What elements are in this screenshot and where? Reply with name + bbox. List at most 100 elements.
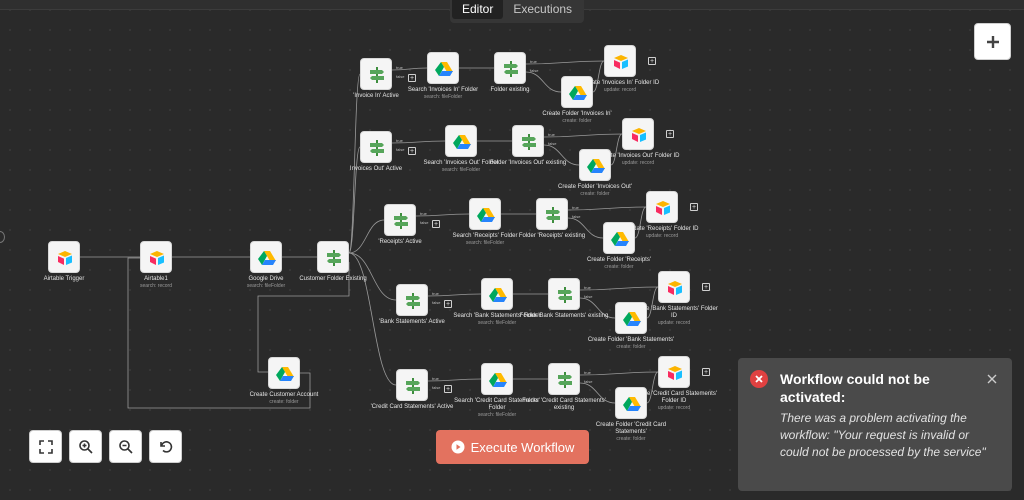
workflow-node-createbank[interactable] xyxy=(615,302,647,334)
add-connection-button[interactable]: + xyxy=(702,283,710,291)
node-title: Folder 'Invoices Out' existing xyxy=(489,160,567,166)
play-icon xyxy=(451,440,465,454)
error-toast: Workflow could not be activated: There w… xyxy=(738,358,1012,491)
zoom-to-fit-button[interactable] xyxy=(29,430,62,463)
workflow-node-searchcc[interactable] xyxy=(481,363,513,395)
add-connection-button[interactable]: + xyxy=(444,385,452,393)
node-title: Airtable1 xyxy=(144,276,168,282)
workflow-node-folderexist[interactable] xyxy=(494,52,526,84)
workflow-node-createrec[interactable] xyxy=(603,222,635,254)
workflow-node-searchinvin[interactable] xyxy=(427,52,459,84)
workflow-node-createcc[interactable] xyxy=(615,387,647,419)
node-title: Update 'Receipts' Folder ID xyxy=(625,226,699,232)
reset-zoom-button[interactable] xyxy=(149,430,182,463)
workflow-node-invin[interactable] xyxy=(360,58,392,90)
workflow-node-trigger[interactable] xyxy=(48,241,80,273)
node-title: Folder 'Bank Statements' existing xyxy=(519,313,609,319)
workflow-node-updrec[interactable] xyxy=(646,191,678,223)
node-title: Invoices Out' Active xyxy=(349,166,403,172)
node-subtitle: create: folder xyxy=(616,344,646,350)
workflow-node-cc[interactable] xyxy=(396,369,428,401)
node-subtitle: create: folder xyxy=(269,399,299,405)
node-label: Folder existing xyxy=(465,87,555,94)
node-title: Customer Folder Existing xyxy=(299,276,367,282)
node-title: Create Folder 'Invoices In' xyxy=(542,111,612,117)
add-connection-button[interactable]: + xyxy=(408,74,416,82)
add-connection-button[interactable]: + xyxy=(690,203,698,211)
workflow-node-receipts[interactable] xyxy=(384,204,416,236)
node-label: Folder 'Bank Statements' existing xyxy=(519,313,609,320)
zoom-in-button[interactable] xyxy=(69,430,102,463)
node-label: Airtable1 search: record xyxy=(111,276,201,290)
workflow-node-custfolder[interactable] xyxy=(317,241,349,273)
node-title: 'Credit Card Statements' Active xyxy=(370,404,454,410)
zoom-out-icon xyxy=(118,439,133,454)
workflow-node-folderbank[interactable] xyxy=(548,278,580,310)
node-label: 'Bank Statements' Active xyxy=(367,319,457,326)
workflow-node-folderinvout[interactable] xyxy=(512,125,544,157)
workflow-node-updinvout[interactable] xyxy=(622,118,654,150)
workflow-node-bank[interactable] xyxy=(396,284,428,316)
node-title: Create Folder 'Credit Card Statements' xyxy=(595,422,667,435)
node-label: 'Credit Card Statements' Active xyxy=(367,404,457,411)
workflow-node-searchbank[interactable] xyxy=(481,278,513,310)
node-title: Folder 'Credit Card Statements' existing xyxy=(522,398,606,411)
workflow-node-folderrec[interactable] xyxy=(536,198,568,230)
node-subtitle: create: folder xyxy=(580,191,610,197)
node-subtitle: search: record xyxy=(140,283,172,289)
close-icon[interactable] xyxy=(986,372,998,384)
node-title: Google Drive xyxy=(248,276,284,282)
workflow-node-updcc[interactable] xyxy=(658,356,690,388)
node-subtitle: search: fileFolder xyxy=(423,94,463,100)
add-connection-button[interactable]: + xyxy=(408,147,416,155)
node-title: Create Folder 'Bank Statements' xyxy=(587,337,675,343)
toast-message: There was a problem activating the workf… xyxy=(780,411,986,459)
zoom-out-button[interactable] xyxy=(109,430,142,463)
zoom-in-icon xyxy=(78,439,93,454)
workflow-node-updinvin[interactable] xyxy=(604,45,636,77)
workflow-node-createcust[interactable] xyxy=(268,357,300,389)
execute-workflow-button[interactable]: Execute Workflow xyxy=(436,430,589,464)
node-label: Folder 'Credit Card Statements' existing xyxy=(519,398,609,412)
workflow-node-airtable1[interactable] xyxy=(140,241,172,273)
node-label: Create Folder 'Receipts' create: folder xyxy=(574,257,664,271)
workflow-node-createinvin[interactable] xyxy=(561,76,593,108)
toast-title: Workflow could not be activated: xyxy=(780,371,930,405)
node-label: Folder 'Receipts' existing xyxy=(507,233,597,240)
workflow-node-searchinvout[interactable] xyxy=(445,125,477,157)
node-title: Create Folder 'Receipts' xyxy=(587,257,651,263)
node-label: Invoices Out' Active xyxy=(331,166,421,173)
node-label: Create Folder 'Credit Card Statements' cr… xyxy=(586,422,676,443)
node-subtitle: search: fileFolder xyxy=(465,240,505,246)
workflow-node-searchrec[interactable] xyxy=(469,198,501,230)
node-subtitle: create: folder xyxy=(562,118,592,124)
node-subtitle: search: fileFolder xyxy=(477,412,517,418)
node-label: 'Receipts' Active xyxy=(355,239,445,246)
add-connection-button[interactable]: + xyxy=(432,220,440,228)
error-icon xyxy=(750,370,768,388)
node-title: Create Customer Account xyxy=(249,392,319,398)
node-label: Customer Folder Existing xyxy=(288,276,378,283)
node-subtitle: search: fileFolder xyxy=(441,167,481,173)
workflow-node-gdrive[interactable] xyxy=(250,241,282,273)
add-connection-button[interactable]: + xyxy=(666,130,674,138)
node-label: Create Customer Account create: folder xyxy=(239,392,329,406)
add-connection-button[interactable]: + xyxy=(648,57,656,65)
node-title: 'Invoice In' Active xyxy=(353,93,399,99)
workflow-node-createinvout[interactable] xyxy=(579,149,611,181)
workflow-node-foldercc[interactable] xyxy=(548,363,580,395)
add-connection-button[interactable]: + xyxy=(444,300,452,308)
node-label: Create Folder 'Bank Statements' create: f… xyxy=(586,337,676,351)
execute-workflow-label: Execute Workflow xyxy=(470,439,575,455)
add-node-button[interactable] xyxy=(974,23,1011,60)
node-subtitle: create: folder xyxy=(604,264,634,270)
add-connection-button[interactable]: + xyxy=(702,368,710,376)
node-label: Create Folder 'Invoices In' create: folde… xyxy=(532,111,622,125)
workflow-node-updbank[interactable] xyxy=(658,271,690,303)
workflow-node-invout[interactable] xyxy=(360,131,392,163)
reset-zoom-icon xyxy=(159,440,172,453)
node-label: Airtable Trigger xyxy=(19,276,109,283)
node-label: Create Folder 'Invoices Out' create: fold… xyxy=(550,184,640,198)
node-title: 'Bank Statements' Active xyxy=(379,319,445,325)
node-subtitle: search: fileFolder xyxy=(246,283,286,289)
